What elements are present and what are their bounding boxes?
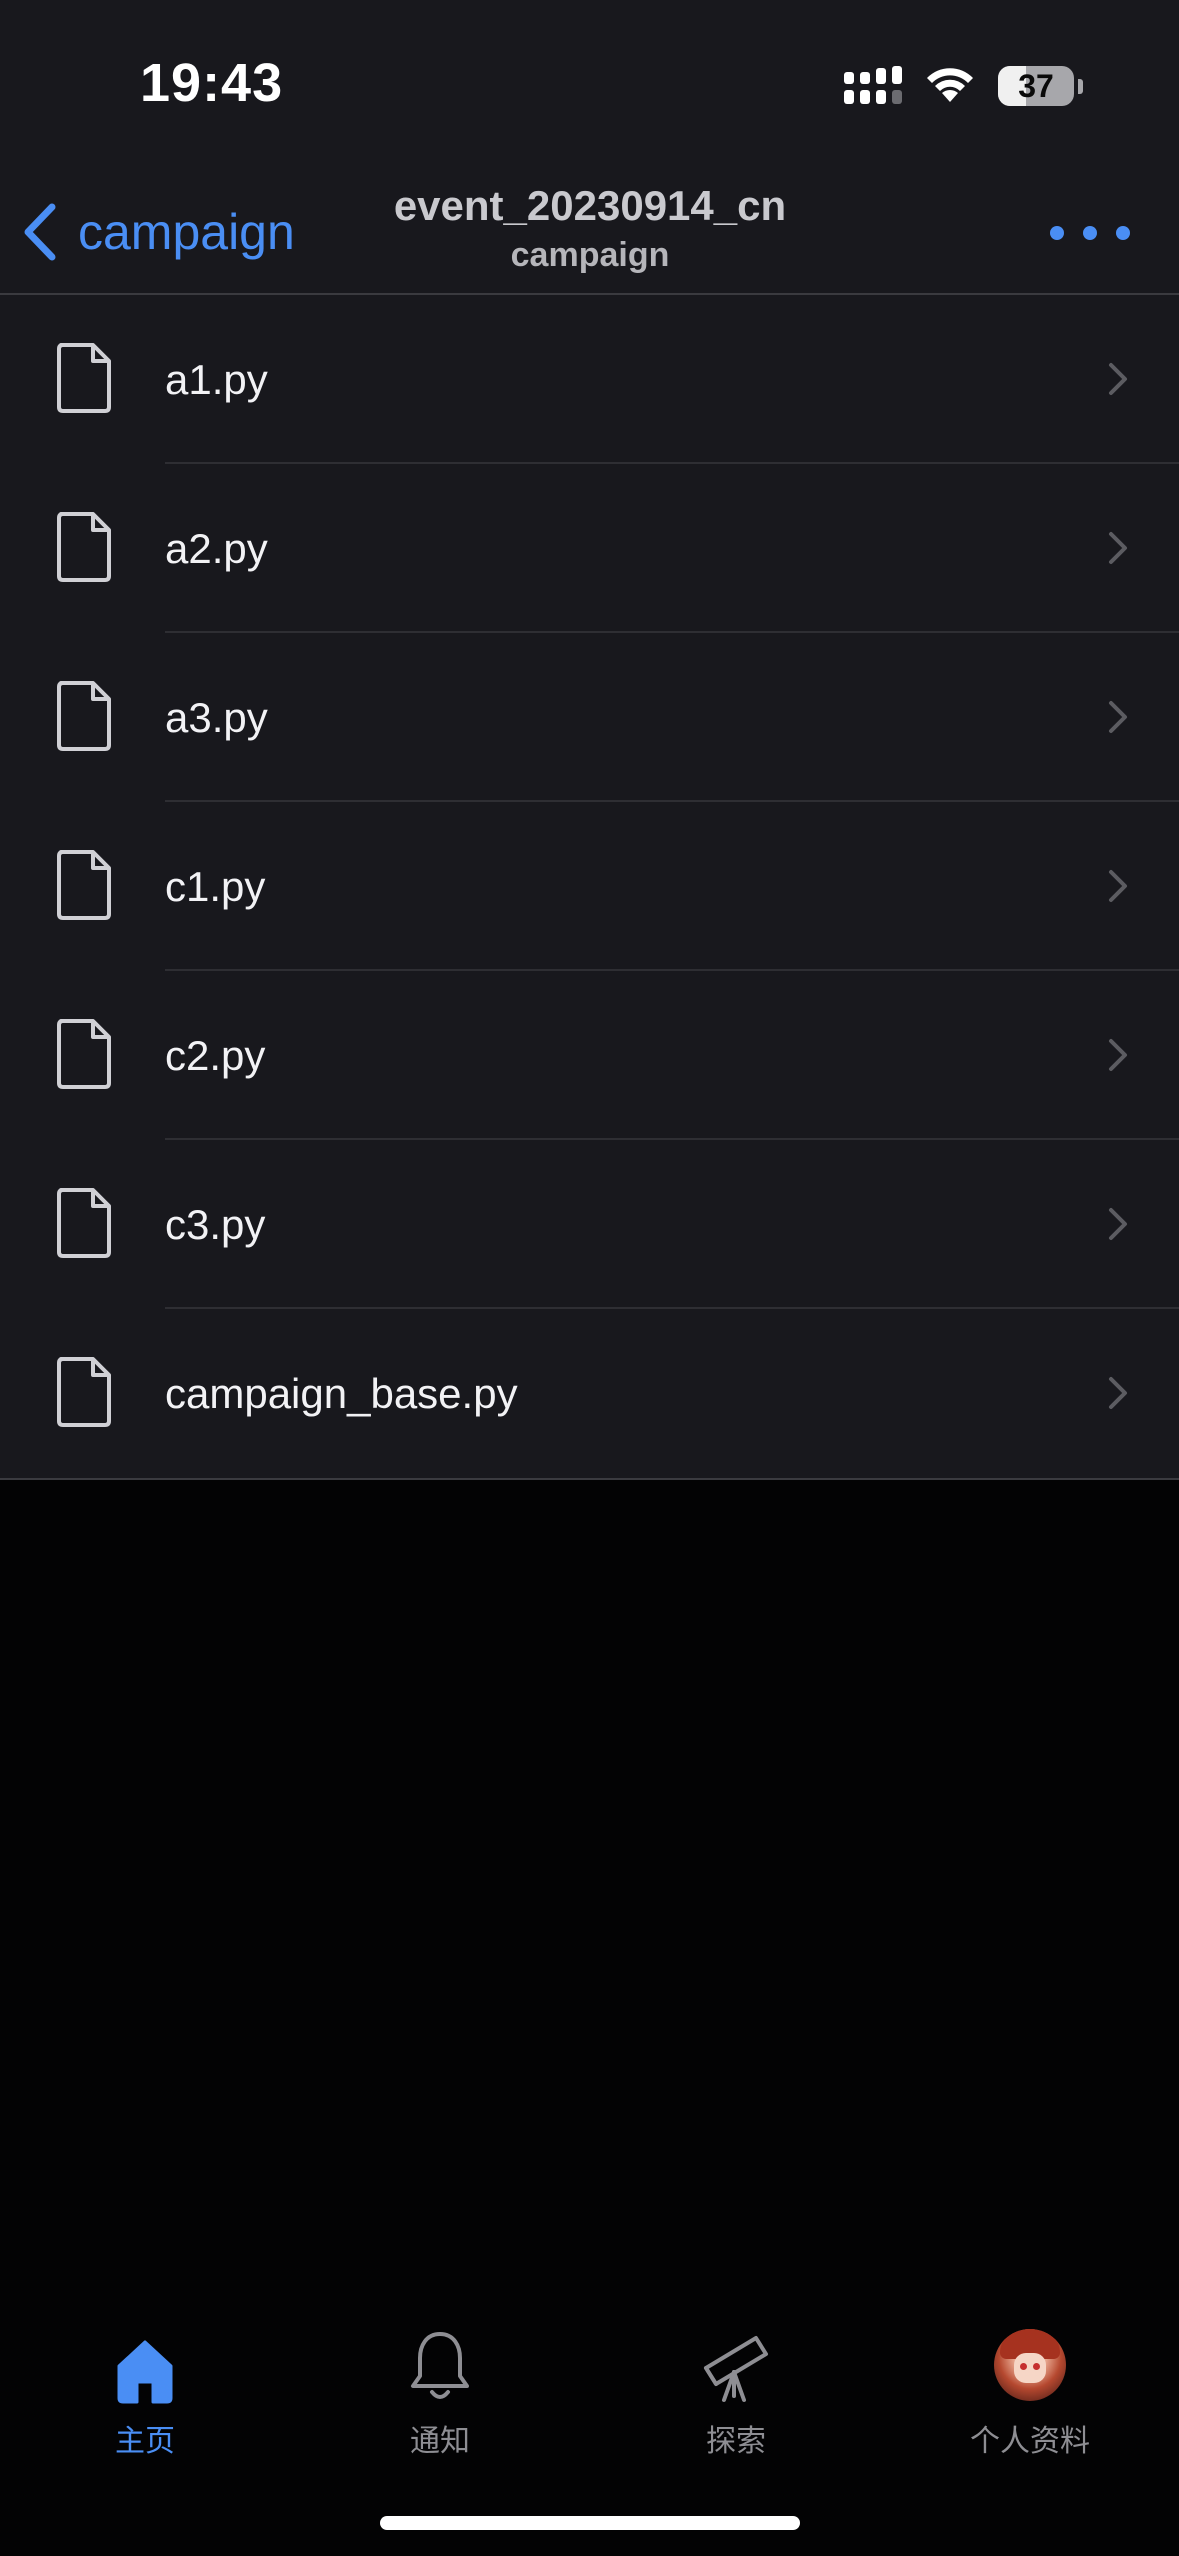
file-icon <box>57 512 111 582</box>
file-name: c3.py <box>165 1201 266 1248</box>
chevron-right-icon <box>1109 870 1127 902</box>
status-bar: 19:43 37 <box>0 0 1179 170</box>
home-indicator <box>380 2516 800 2530</box>
signal-icon <box>844 66 902 104</box>
file-name: c1.py <box>165 863 266 910</box>
file-icon <box>57 1019 111 1089</box>
screen: 19:43 37 campaign event_20230914_cn camp… <box>0 0 1179 2556</box>
file-name: a3.py <box>165 694 268 741</box>
chevron-left-icon <box>24 203 56 261</box>
bell-icon <box>411 2332 469 2399</box>
file-icon <box>57 343 111 413</box>
back-label: campaign <box>78 204 295 260</box>
file-icon <box>57 850 111 920</box>
tab-explore-label: 探索 <box>706 2425 766 2458</box>
more-options-button[interactable] <box>1050 208 1130 258</box>
file-row[interactable]: c2.py <box>0 971 1179 1140</box>
tab-notifications[interactable]: 通知 <box>340 2326 540 2466</box>
file-name: a2.py <box>165 525 268 572</box>
file-row[interactable]: campaign_base.py <box>0 1309 1179 1478</box>
avatar <box>994 2329 1066 2401</box>
navigation-bar: campaign event_20230914_cn campaign <box>0 170 1179 295</box>
file-icon <box>57 1188 111 1258</box>
wifi-icon <box>927 68 973 102</box>
file-row[interactable]: a3.py <box>0 633 1179 802</box>
tab-profile-label: 个人资料 <box>970 2425 1090 2458</box>
file-row[interactable]: a1.py <box>0 295 1179 464</box>
avatar-eye <box>1020 2363 1027 2370</box>
file-row[interactable]: c1.py <box>0 802 1179 971</box>
file-name: a1.py <box>165 356 268 403</box>
file-list: a1.py a2.py a3.py c1.py c2.py c3.py campaign_b… <box>0 295 1179 1480</box>
file-row[interactable]: a2.py <box>0 464 1179 633</box>
battery-percent: 37 <box>1018 68 1054 104</box>
file-name: c2.py <box>165 1032 266 1079</box>
ellipsis-dot <box>1116 226 1130 240</box>
page-subtitle: campaign <box>510 236 670 274</box>
chevron-right-icon <box>1109 363 1127 395</box>
file-icon <box>57 681 111 751</box>
battery-cap <box>1078 79 1083 94</box>
tab-profile[interactable]: 个人资料 <box>930 2326 1130 2466</box>
avatar-eye <box>1033 2363 1040 2370</box>
home-icon <box>117 2340 173 2404</box>
back-button[interactable]: campaign <box>22 192 295 272</box>
page-title: event_20230914_cn <box>393 182 787 229</box>
ellipsis-icon <box>1050 226 1064 240</box>
chevron-right-icon <box>1109 1208 1127 1240</box>
file-name: campaign_base.py <box>165 1370 518 1417</box>
chevron-right-icon <box>1109 1377 1127 1409</box>
tab-notifications-label: 通知 <box>410 2425 470 2458</box>
chevron-right-icon <box>1109 701 1127 733</box>
tab-bar: 主页 通知 探索 个人资料 <box>0 2300 1179 2500</box>
chevron-right-icon <box>1109 1039 1127 1071</box>
status-time: 19:43 <box>140 53 284 113</box>
file-icon <box>57 1357 111 1427</box>
tab-explore[interactable]: 探索 <box>636 2326 836 2466</box>
battery-icon: 37 <box>998 66 1074 106</box>
file-row[interactable]: c3.py <box>0 1140 1179 1309</box>
ellipsis-dot <box>1083 226 1097 240</box>
tab-home[interactable]: 主页 <box>45 2326 245 2466</box>
nav-title-group: event_20230914_cn campaign <box>340 178 840 276</box>
tab-home-label: 主页 <box>115 2425 175 2458</box>
avatar-face <box>1014 2353 1046 2383</box>
telescope-icon <box>704 2336 768 2402</box>
chevron-right-icon <box>1109 532 1127 564</box>
